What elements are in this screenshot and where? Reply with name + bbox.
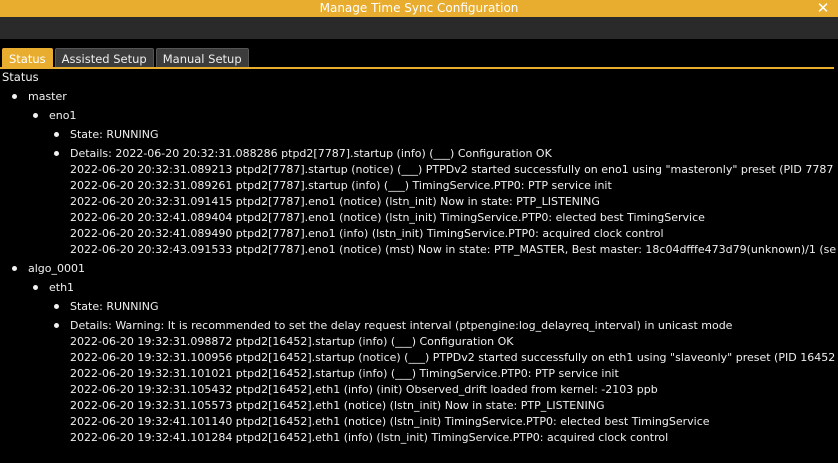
tree-node-eno1[interactable]: eno1 [2, 108, 838, 124]
tab-manual-setup[interactable]: Manual Setup [155, 48, 249, 68]
details-text: Details: Warning: It is recommended to s… [70, 319, 733, 332]
tree-node-eth1[interactable]: eth1 [2, 280, 838, 296]
log-line: 2022-06-20 20:32:43.091533 ptpd2[7787].e… [70, 243, 837, 256]
log-line: 2022-06-20 19:32:31.100956 ptpd2[16452].… [70, 351, 836, 364]
details-item: Details: Warning: It is recommended to s… [2, 318, 838, 334]
state-text: State: RUNNING [70, 300, 159, 313]
window-title: Manage Time Sync Configuration [319, 1, 519, 15]
details-text: Details: 2022-06-20 20:32:31.088286 ptpd… [70, 147, 552, 160]
tab-assisted-setup[interactable]: Assisted Setup [54, 48, 154, 68]
log-line: 2022-06-20 19:32:31.105432 ptpd2[16452].… [70, 383, 658, 396]
log-line: 2022-06-20 20:32:31.089261 ptpd2[7787].s… [70, 179, 612, 192]
bullet-icon [54, 323, 59, 328]
time-sync-window: Manage Time Sync Configuration ✕ Status … [0, 0, 838, 463]
tree-node-master[interactable]: master [2, 89, 838, 105]
bullet-icon [12, 266, 17, 271]
log-line: 2022-06-20 20:32:31.091415 ptpd2[7787].e… [70, 195, 600, 208]
node-label: eth1 [49, 281, 75, 294]
tab-bar: Status Assisted Setup Manual Setup [0, 39, 838, 69]
log-line: 2022-06-20 20:32:31.089213 ptpd2[7787].s… [70, 163, 834, 176]
bullet-icon [54, 304, 59, 309]
bullet-icon [33, 113, 38, 118]
toolbar-strip [0, 17, 838, 39]
log-line: 2022-06-20 20:32:41.089490 ptpd2[7787].e… [70, 227, 664, 240]
details-item: Details: 2022-06-20 20:32:31.088286 ptpd… [2, 146, 838, 162]
bullet-icon [33, 285, 38, 290]
status-panel: Status master eno1 State: RUNNING Detail… [0, 69, 838, 446]
state-item: State: RUNNING [2, 127, 838, 143]
bullet-icon [54, 132, 59, 137]
status-heading: Status [2, 70, 39, 84]
log-line: 2022-06-20 20:32:41.089404 ptpd2[7787].e… [70, 211, 705, 224]
state-text: State: RUNNING [70, 128, 159, 141]
node-label: algo_0001 [28, 262, 86, 275]
node-label: eno1 [49, 109, 77, 122]
log-line: 2022-06-20 19:32:31.098872 ptpd2[16452].… [70, 335, 514, 348]
tree-node-algo-0001[interactable]: algo_0001 [2, 261, 838, 277]
log-line: 2022-06-20 19:32:31.105573 ptpd2[16452].… [70, 399, 605, 412]
bullet-icon [12, 94, 17, 99]
log-line: 2022-06-20 19:32:41.101140 ptpd2[16452].… [70, 415, 710, 428]
node-label: master [28, 90, 67, 103]
bullet-icon [54, 151, 59, 156]
tab-status[interactable]: Status [2, 48, 53, 68]
log-line: 2022-06-20 19:32:41.101284 ptpd2[16452].… [70, 431, 669, 444]
title-bar: Manage Time Sync Configuration ✕ [0, 0, 838, 17]
close-icon[interactable]: ✕ [816, 0, 830, 17]
log-line: 2022-06-20 19:32:31.101021 ptpd2[16452].… [70, 367, 619, 380]
state-item: State: RUNNING [2, 299, 838, 315]
